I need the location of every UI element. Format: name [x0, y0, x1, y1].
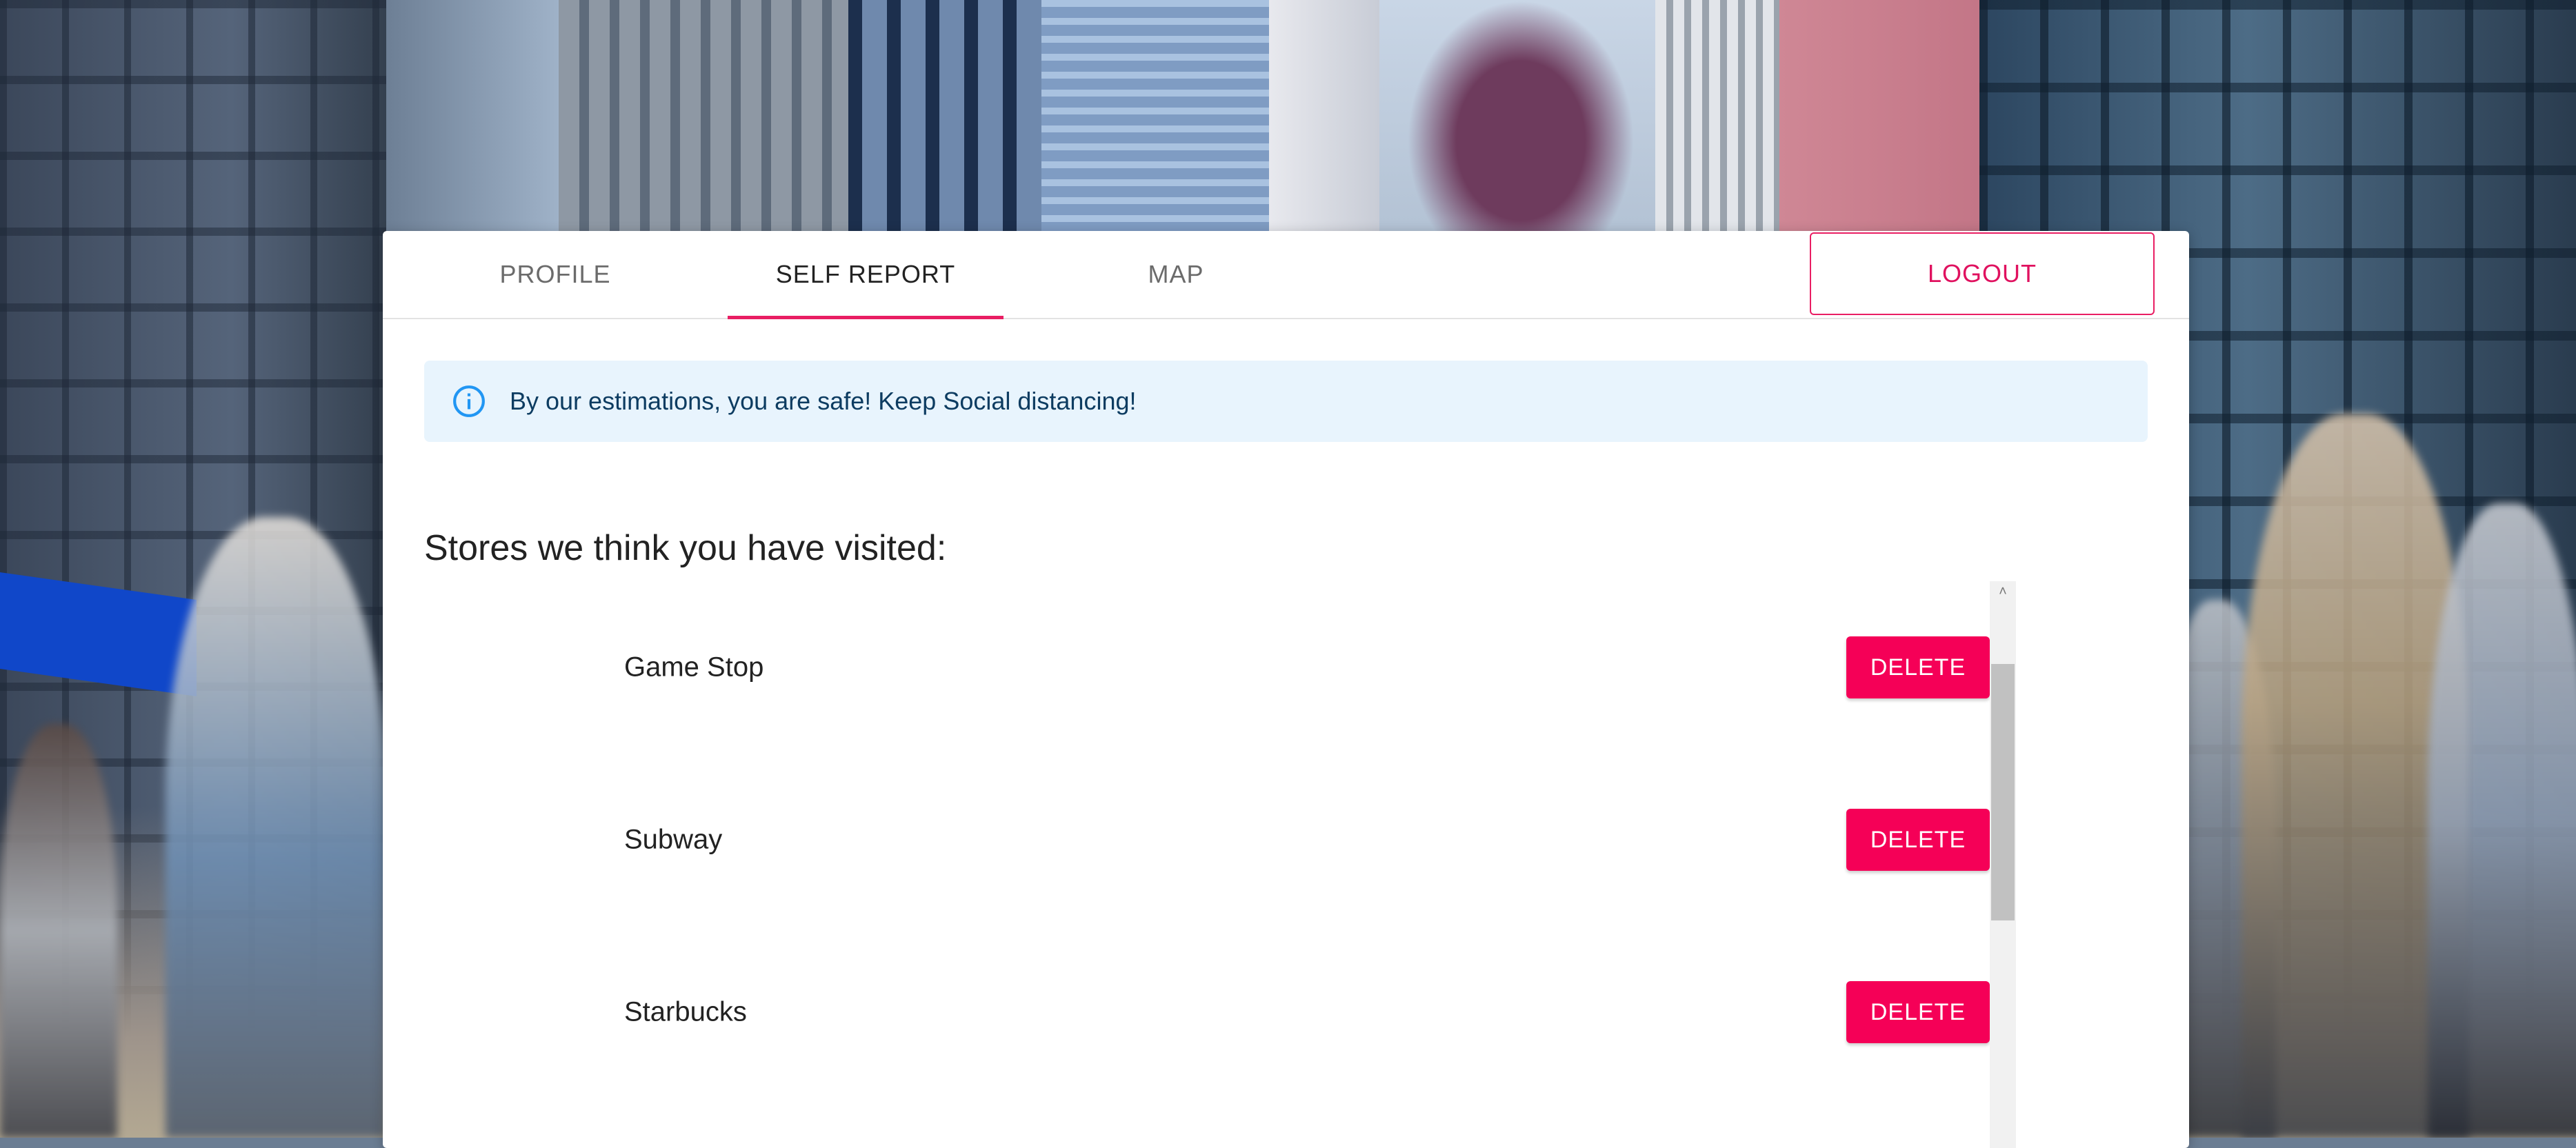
scroll-up-arrow-icon[interactable]: ˄	[1990, 581, 2016, 602]
logout-button[interactable]: LOGOUT	[1810, 232, 2155, 315]
list-item: Game Stop DELETE	[424, 581, 1990, 754]
tab-bar: PROFILE SELF REPORT MAP LOGOUT	[383, 231, 2189, 319]
main-card: PROFILE SELF REPORT MAP LOGOUT By our es…	[383, 231, 2189, 1148]
delete-button[interactable]: DELETE	[1846, 636, 1990, 698]
store-name: Starbucks	[624, 996, 747, 1027]
tab-map[interactable]: MAP	[1038, 231, 1314, 318]
list-item: Starbucks DELETE	[424, 926, 1990, 1098]
delete-button[interactable]: DELETE	[1846, 981, 1990, 1043]
stores-heading: Stores we think you have visited:	[424, 528, 947, 568]
delete-button[interactable]: DELETE	[1846, 809, 1990, 871]
list-item: Subway DELETE	[424, 754, 1990, 926]
info-icon	[453, 385, 485, 417]
alert-message: By our estimations, you are safe! Keep S…	[510, 387, 1137, 415]
store-name: Subway	[624, 824, 723, 855]
tab-profile[interactable]: PROFILE	[417, 231, 693, 318]
tab-self-report[interactable]: SELF REPORT	[728, 231, 1004, 319]
stores-list: Game Stop DELETE Subway DELETE Starbucks…	[424, 581, 2031, 1148]
safety-alert: By our estimations, you are safe! Keep S…	[424, 361, 2148, 442]
scrollbar-thumb[interactable]	[1991, 664, 2015, 920]
store-name: Game Stop	[624, 652, 764, 683]
list-scrollbar[interactable]: ˄	[1990, 581, 2016, 1148]
